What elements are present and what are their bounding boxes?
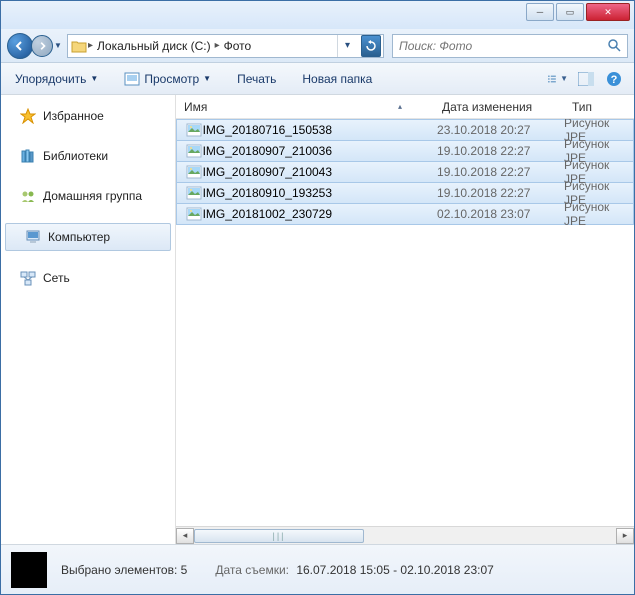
column-headers: Имя▴ Дата изменения Тип [176,95,634,119]
address-dropdown[interactable]: ▾ [337,35,357,57]
sidebar-item-network[interactable]: Сеть [1,265,175,291]
new-folder-button[interactable]: Новая папка [298,70,376,88]
image-file-icon [185,164,203,180]
file-date: 19.10.2018 22:27 [437,144,564,158]
sidebar-item-favorites[interactable]: Избранное [1,103,175,129]
column-type[interactable]: Тип [572,100,634,114]
scroll-left-button[interactable]: ◂ [176,528,194,544]
image-file-icon [185,206,203,222]
minimize-button[interactable]: ─ [526,3,554,21]
homegroup-icon [19,187,37,205]
preview-icon [124,72,140,86]
sidebar-label: Избранное [43,109,104,123]
body: Избранное Библиотеки Домашняя группа Ком… [1,95,634,544]
horizontal-scrollbar[interactable]: ◂ ||| ▸ [176,526,634,544]
titlebar: ─ ▭ ✕ [1,1,634,29]
nav-buttons: ▼ [7,33,63,59]
maximize-button[interactable]: ▭ [556,3,584,21]
status-selected: Выбрано элементов: 5 [61,563,187,577]
preview-button[interactable]: Просмотр▼ [120,70,215,88]
file-list: IMG_20180716_15053823.10.2018 20:27 Рисун… [176,119,634,526]
library-icon [19,147,37,165]
explorer-window: ─ ▭ ✕ ▼ ▸ Локальный диск (C:) ▸ Фото ▾ [0,0,635,595]
file-date: 19.10.2018 22:27 [437,165,564,179]
help-icon: ? [606,71,622,87]
image-file-icon [185,143,203,159]
scroll-right-button[interactable]: ▸ [616,528,634,544]
breadcrumb-folder[interactable]: Фото [220,39,256,53]
svg-text:?: ? [611,74,618,86]
image-file-icon [185,122,203,138]
scroll-thumb[interactable]: ||| [194,529,364,543]
file-row[interactable]: IMG_20181002_23072902.10.2018 23:07Рисун… [176,203,634,225]
file-date: 19.10.2018 22:27 [437,186,564,200]
forward-button[interactable] [31,35,53,57]
column-date[interactable]: Дата изменения [442,100,572,114]
organize-button[interactable]: Упорядочить▼ [11,70,102,88]
computer-icon [24,228,42,246]
main-pane: Имя▴ Дата изменения Тип IMG_20180716_150… [176,95,634,544]
sidebar-label: Компьютер [48,230,110,244]
sidebar: Избранное Библиотеки Домашняя группа Ком… [1,95,176,544]
file-name: IMG_20181002_230729 [203,207,437,221]
status-shot-date: Дата съемки: 16.07.2018 15:05 - 02.10.20… [215,563,493,577]
back-button[interactable] [7,33,33,59]
breadcrumb-drive[interactable]: Локальный диск (C:) [93,39,215,53]
address-bar[interactable]: ▸ Локальный диск (C:) ▸ Фото ▾ [67,34,384,58]
search-icon [608,39,621,52]
help-button[interactable]: ? [604,69,624,89]
sort-arrow-icon: ▴ [398,102,402,111]
file-name: IMG_20180907_210043 [203,165,437,179]
status-bar: Выбрано элементов: 5 Дата съемки: 16.07.… [1,544,634,594]
file-date: 23.10.2018 20:27 [437,123,564,137]
star-icon [19,107,37,125]
navbar: ▼ ▸ Локальный диск (C:) ▸ Фото ▾ [1,29,634,63]
close-button[interactable]: ✕ [586,3,630,21]
file-name: IMG_20180910_193253 [203,186,437,200]
arrow-left-icon [14,40,26,52]
image-file-icon [185,185,203,201]
scroll-track[interactable]: ||| [194,528,616,544]
column-name[interactable]: Имя▴ [184,100,442,114]
view-options-button[interactable]: ▼ [548,69,568,89]
file-type: Рисунок JPE [564,200,633,228]
nav-history-dropdown[interactable]: ▼ [53,33,63,59]
sidebar-item-homegroup[interactable]: Домашняя группа [1,183,175,209]
toolbar: Упорядочить▼ Просмотр▼ Печать Новая папк… [1,63,634,95]
arrow-right-icon [37,41,47,51]
preview-pane-button[interactable] [576,69,596,89]
file-name: IMG_20180907_210036 [203,144,437,158]
print-button[interactable]: Печать [233,70,280,88]
sidebar-label: Домашняя группа [43,189,142,203]
file-name: IMG_20180716_150538 [203,123,437,137]
sidebar-label: Библиотеки [43,149,108,163]
refresh-icon [365,40,377,52]
network-icon [19,269,37,287]
sidebar-item-libraries[interactable]: Библиотеки [1,143,175,169]
sidebar-item-computer[interactable]: Компьютер [5,223,171,251]
folder-icon [70,38,88,54]
search-box[interactable] [392,34,628,58]
thumbnail [11,552,47,588]
refresh-button[interactable] [361,35,381,57]
sidebar-label: Сеть [43,271,70,285]
search-input[interactable] [399,39,608,53]
file-date: 02.10.2018 23:07 [437,207,564,221]
